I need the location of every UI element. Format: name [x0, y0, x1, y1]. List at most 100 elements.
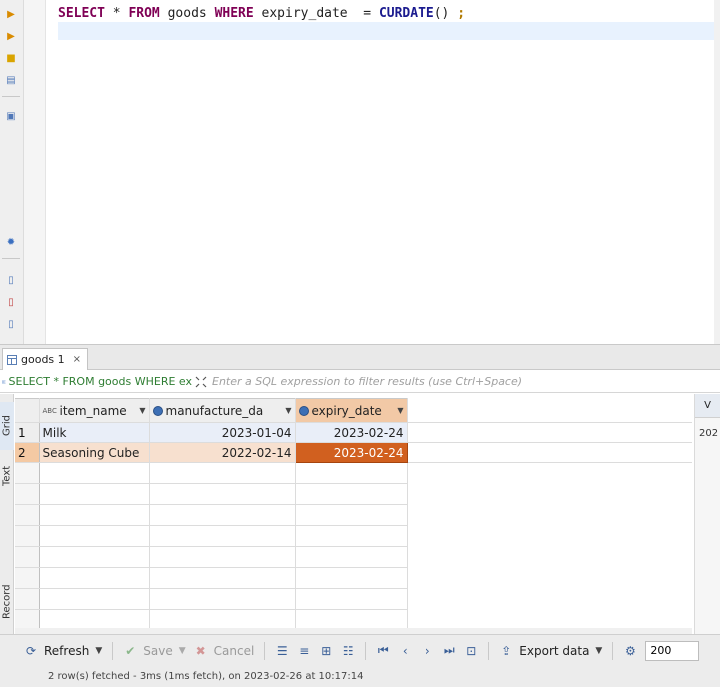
sql-query-icon [2, 380, 6, 383]
fetch-status-text: 2 row(s) fetched - 3ms (1ms fetch), on 2… [48, 671, 364, 682]
explain-plan-icon[interactable]: ▤ [4, 74, 18, 88]
value-viewer-header[interactable]: V [695, 394, 720, 418]
previous-page-button[interactable]: ‹ [394, 639, 416, 663]
cell-manufacture-date[interactable]: 2023-01-04 [149, 422, 296, 443]
cell-expiry-date-selected[interactable]: 2023-02-24 [294, 442, 408, 463]
export-icon: ⇪ [501, 643, 512, 658]
execute-statement-icon[interactable]: ▶ [4, 8, 18, 22]
status-line: 2 row(s) fetched - 3ms (1ms fetch), on 2… [0, 666, 720, 687]
fetch-size-input[interactable] [645, 640, 700, 661]
save-button[interactable]: ✔ Save ▼ [119, 639, 189, 663]
sort-caret-icon[interactable]: ▼ [285, 406, 291, 415]
value-viewer-content: 202 [699, 428, 719, 439]
sql-function: CURDATE [378, 6, 434, 21]
first-page-icon: ⏮ [377, 643, 389, 657]
editor-text-area[interactable]: SELECT * FROM goods WHERE expiry_date = … [46, 0, 716, 344]
refresh-label: Refresh [44, 643, 90, 658]
save-script-icon[interactable]: ▯ [4, 318, 18, 332]
value-viewer-panel[interactable]: V 202 [694, 394, 720, 634]
refresh-icon: ⟳ [25, 643, 37, 658]
add-row-icon: ≡ [299, 643, 310, 658]
table-row[interactable]: 2 Seasoning Cube 2022-02-14 2023-02-24 [15, 442, 692, 463]
edit-row-icon: ☰ [276, 643, 288, 658]
editor-ruler [24, 0, 46, 344]
gutter-separator [2, 96, 20, 97]
last-page-button[interactable]: ⏭ [438, 639, 460, 663]
cell-expiry-date[interactable]: 2023-02-24 [295, 422, 408, 443]
settings-gear-icon[interactable]: ✹ [4, 236, 18, 250]
sql-text: * [104, 6, 129, 21]
execute-script-icon[interactable]: ■ [4, 52, 18, 66]
results-grid[interactable]: ABC item_name ▼ manufacture_da ▼ expiry_… [15, 398, 692, 652]
edit-row-button[interactable]: ☰ [271, 639, 293, 663]
result-query-text[interactable]: SELECT * FROM goods WHERE ex [0, 375, 192, 388]
tab-label: goods 1 [21, 353, 65, 366]
table-row[interactable]: 1 Milk 2023-01-04 2023-02-24 [15, 422, 692, 443]
execute-in-new-tab-icon[interactable]: ▶ [4, 30, 18, 44]
column-header-expiry-date[interactable]: expiry_date ▼ [295, 398, 408, 423]
filter-expression-input[interactable] [212, 375, 720, 388]
current-line-highlight [58, 22, 716, 40]
toolbar-separator [488, 641, 490, 660]
row-number[interactable]: 1 [15, 422, 40, 443]
close-icon[interactable]: × [73, 354, 81, 365]
export-data-button[interactable]: ⇪ Export data ▼ [495, 639, 606, 663]
empty-row [15, 546, 692, 568]
results-toolbar: ⟳ Refresh ▼ ✔ Save ▼ ✖ Cancel ☰ ≡ ⊞ ☷ ⏮ … [0, 634, 720, 666]
toolbar-separator [612, 641, 614, 660]
first-page-button[interactable]: ⏮ [372, 639, 394, 663]
sql-editor[interactable]: ▶ ▶ ■ ▤ ▣ ✹ ▯ ▯ ▯ SELECT * FROM goods WH… [0, 0, 720, 344]
grid-filler [407, 422, 692, 443]
open-script-icon[interactable]: ▯ [4, 296, 18, 310]
chevron-right-icon: › [424, 643, 430, 658]
gutter-separator [2, 258, 20, 259]
editor-scrollbar[interactable] [714, 0, 720, 344]
results-settings-button[interactable]: ⚙ [619, 639, 641, 663]
toolbar-separator [365, 641, 367, 660]
side-tab-grid[interactable]: Grid [0, 402, 14, 450]
sql-code-line[interactable]: SELECT * FROM goods WHERE expiry_date = … [58, 6, 465, 21]
cancel-button[interactable]: ✖ Cancel [190, 639, 259, 663]
last-page-icon: ⏭ [443, 643, 455, 657]
delete-row-button[interactable]: ☷ [337, 639, 359, 663]
sql-text: expiry_date = [253, 6, 379, 21]
sql-keyword: WHERE [214, 6, 254, 21]
column-name: expiry_date [311, 403, 382, 418]
cell-item-name[interactable]: Seasoning Cube [39, 442, 150, 463]
filter-bar: SELECT * FROM goods WHERE ex [0, 371, 720, 393]
cell-item-name[interactable]: Milk [39, 422, 150, 443]
chevron-down-icon[interactable]: ▼ [595, 646, 602, 656]
grid-header-row: ABC item_name ▼ manufacture_da ▼ expiry_… [15, 398, 692, 423]
refresh-button[interactable]: ⟳ Refresh ▼ [20, 639, 106, 663]
output-panel-icon[interactable]: ▣ [4, 110, 18, 124]
cell-manufacture-date[interactable]: 2022-02-14 [149, 442, 296, 463]
new-script-icon[interactable]: ▯ [4, 274, 18, 288]
delete-row-icon: ☷ [342, 643, 354, 658]
side-tab-record[interactable]: Record [0, 574, 14, 630]
sql-keyword: SELECT [58, 6, 105, 21]
tab-goods-1[interactable]: goods 1 × [2, 348, 89, 370]
column-header-item-name[interactable]: ABC item_name ▼ [39, 398, 150, 423]
add-row-button[interactable]: ≡ [293, 639, 315, 663]
date-type-icon [298, 405, 309, 416]
save-label: Save [143, 643, 173, 658]
sort-caret-icon[interactable]: ▼ [139, 406, 145, 415]
fetch-all-button[interactable]: ⊡ [460, 639, 482, 663]
next-page-button[interactable]: › [416, 639, 438, 663]
chevron-down-icon[interactable]: ▼ [95, 646, 102, 656]
column-header-manufacture-date[interactable]: manufacture_da ▼ [149, 398, 296, 423]
sort-caret-icon[interactable]: ▼ [397, 406, 403, 415]
empty-row [15, 462, 692, 484]
row-number[interactable]: 2 [15, 442, 40, 463]
filter-expand-icon[interactable] [194, 375, 208, 389]
results-tab-strip: goods 1 × [0, 344, 720, 370]
empty-row [15, 588, 692, 610]
copy-row-button[interactable]: ⊞ [315, 639, 337, 663]
result-query-label: SELECT * FROM goods WHERE ex [8, 375, 192, 388]
side-tab-text-label: Text [1, 465, 13, 487]
column-name: manufacture_da [165, 403, 264, 418]
side-tab-text[interactable]: Text [0, 456, 14, 496]
chevron-down-icon[interactable]: ▼ [179, 646, 186, 656]
fetch-all-icon: ⊡ [466, 643, 477, 658]
row-number-header[interactable] [15, 398, 40, 423]
